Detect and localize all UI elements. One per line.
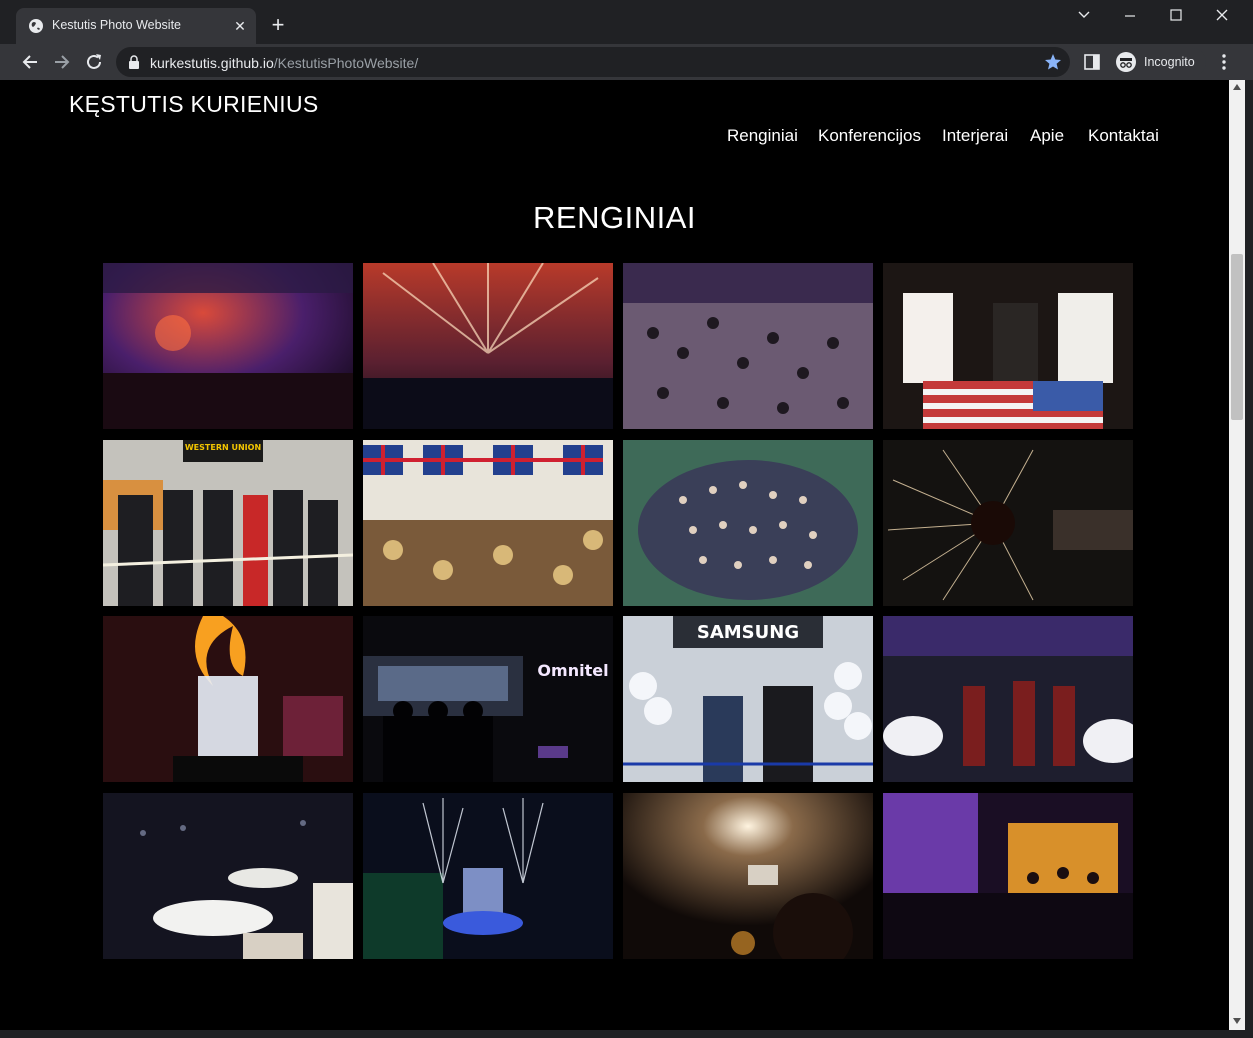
browser-tab[interactable]: Kestutis Photo Website ✕: [16, 8, 256, 44]
nav-link-kontaktai[interactable]: Kontaktai: [1088, 126, 1159, 146]
scroll-down-arrow-icon[interactable]: [1233, 1018, 1241, 1024]
gallery-photo-dessert-plates[interactable]: [103, 793, 353, 959]
forward-arrow-icon[interactable]: [48, 48, 76, 76]
browser-toolbar: kurkestutis.github.io/KestutisPhotoWebsi…: [0, 44, 1253, 80]
nav-link-konferencijos[interactable]: Konferencijos: [818, 126, 921, 146]
gallery-photo-phone-camera[interactable]: [623, 793, 873, 959]
samsung-sign: SAMSUNG: [697, 622, 799, 643]
globe-icon: [29, 19, 43, 33]
lock-icon[interactable]: [128, 55, 140, 69]
gallery-photo-concert-hall[interactable]: [103, 263, 353, 429]
gallery-photo-flag-cake[interactable]: [883, 263, 1133, 429]
incognito-indicator[interactable]: Incognito: [1110, 48, 1206, 76]
nav-link-interjerai[interactable]: Interjerai: [942, 126, 1008, 146]
gallery-photo-omnitel-room[interactable]: Omnitel: [363, 616, 613, 782]
omnitel-sign: Omnitel: [537, 661, 608, 680]
gallery-photo-ice-sculpture-fire[interactable]: [103, 616, 353, 782]
nav-link-apie[interactable]: Apie: [1030, 126, 1064, 146]
browser-window: Kestutis Photo Website ✕ + kurkestutis.g…: [0, 0, 1253, 1038]
incognito-icon: [1116, 52, 1136, 72]
site-title[interactable]: KĘSTUTIS KURIENIUS: [69, 91, 319, 118]
bookmark-star-icon[interactable]: [1044, 53, 1062, 71]
address-bar[interactable]: kurkestutis.github.io/KestutisPhotoWebsi…: [116, 47, 1070, 77]
page-viewport: KĘSTUTIS KURIENIUS Renginiai Konferencij…: [0, 80, 1229, 1030]
incognito-label: Incognito: [1144, 55, 1195, 69]
gallery-photo-group-overhead[interactable]: [623, 440, 873, 606]
reload-icon[interactable]: [80, 48, 108, 76]
tab-strip: Kestutis Photo Website ✕ +: [0, 0, 1253, 44]
gallery-photo-british-tent[interactable]: [363, 440, 613, 606]
gallery-photo-banquet-dancers[interactable]: [883, 616, 1133, 782]
tab-title: Kestutis Photo Website: [52, 18, 182, 32]
scroll-up-arrow-icon[interactable]: [1233, 84, 1241, 90]
close-tab-icon[interactable]: ✕: [230, 16, 250, 36]
tab-search-icon[interactable]: [1061, 4, 1107, 28]
back-arrow-icon[interactable]: [16, 48, 44, 76]
minimize-icon[interactable]: [1107, 4, 1153, 28]
gallery-photo-crowd-hall[interactable]: [623, 263, 873, 429]
page-scrollbar[interactable]: [1229, 80, 1245, 1030]
close-window-icon[interactable]: [1199, 4, 1245, 28]
new-tab-button[interactable]: +: [266, 14, 290, 38]
maximize-icon[interactable]: [1153, 4, 1199, 28]
gallery-photo-samsung-opening[interactable]: SAMSUNG: [623, 616, 873, 782]
url-text[interactable]: kurkestutis.github.io/KestutisPhotoWebsi…: [150, 55, 418, 71]
gallery-photo-stage-lights[interactable]: [363, 263, 613, 429]
gallery-photo-ribbon-cutting[interactable]: WESTERN UNION: [103, 440, 353, 606]
gallery-photo-sparkler-wheel[interactable]: [883, 440, 1133, 606]
window-frame-right: [1245, 80, 1253, 1038]
window-frame-bottom: [0, 1030, 1253, 1038]
side-panel-icon[interactable]: [1082, 52, 1102, 72]
gallery-photo-ice-fountain[interactable]: [363, 793, 613, 959]
western-union-sign: WESTERN UNION: [185, 443, 261, 452]
kebab-menu-icon[interactable]: [1214, 52, 1234, 72]
nav-link-renginiai[interactable]: Renginiai: [727, 126, 798, 146]
scrollbar-thumb[interactable]: [1231, 254, 1243, 420]
gallery-photo-purple-stage[interactable]: [883, 793, 1133, 959]
page-title: RENGINIAI: [533, 200, 696, 235]
